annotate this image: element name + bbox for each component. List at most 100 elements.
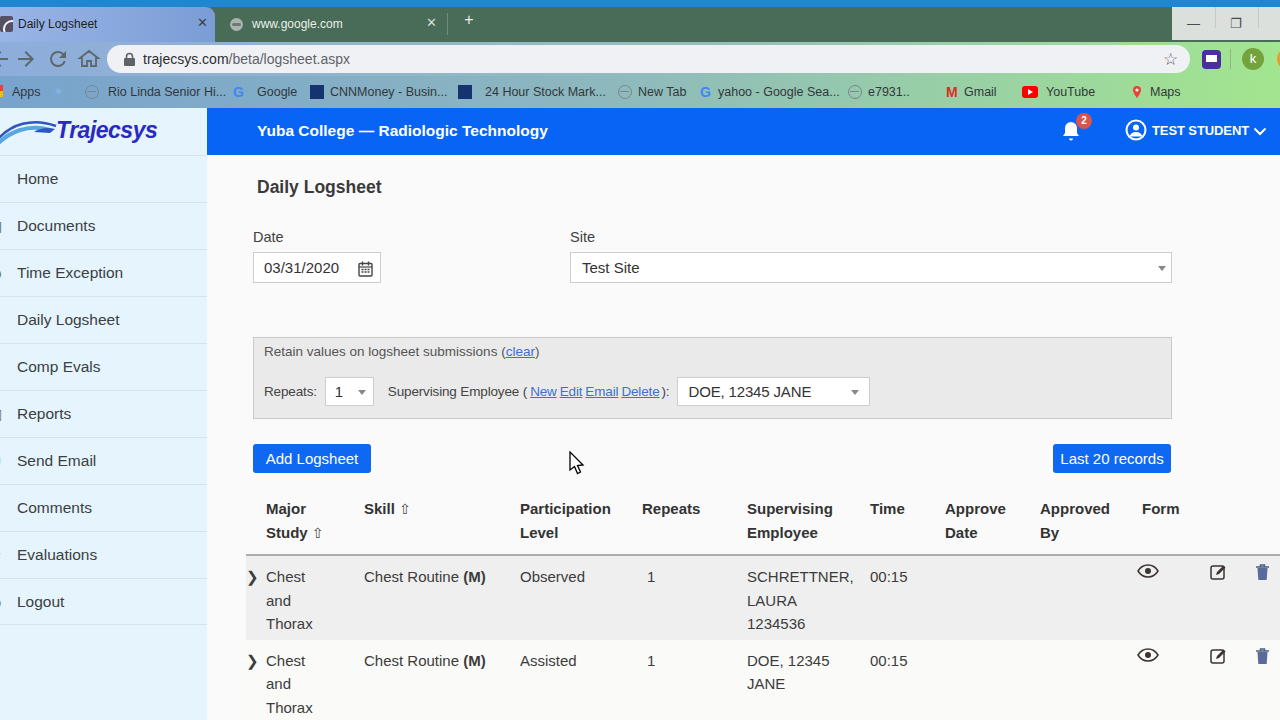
sidebar-item-daily-logsheet[interactable]: ✎Daily Logsheet	[0, 296, 207, 343]
sidebar-item-logout[interactable]: ◉Logout	[0, 578, 207, 625]
view-eye-icon[interactable]	[1137, 563, 1159, 579]
col-expand	[246, 494, 266, 555]
bookmark-youtube[interactable]: YouTube	[1046, 76, 1095, 108]
trash-icon[interactable]	[1255, 563, 1270, 581]
col-approve-date: Approve Date	[945, 494, 1040, 555]
bookmark-24hr-stock[interactable]: 24 Hour Stock Mark...	[485, 76, 606, 108]
tab-title: Daily Logsheet	[18, 17, 97, 31]
expand-chevron-icon[interactable]: ❯	[246, 555, 266, 640]
add-logsheet-button[interactable]: Add Logsheet	[253, 444, 371, 473]
edit-link[interactable]: Edit	[560, 384, 583, 399]
bookmark-cnnmoney[interactable]: CNNMoney - Busin...	[330, 76, 447, 108]
site-select[interactable]: Test Site	[570, 252, 1172, 283]
view-eye-icon[interactable]	[1137, 647, 1159, 663]
cell-participation: Assisted	[520, 640, 642, 720]
win-divider	[1258, 7, 1259, 28]
cell-participation: Observed	[520, 555, 642, 640]
col-approved-by: Approved By	[1040, 494, 1142, 555]
supervising-label-close: ):	[662, 384, 670, 399]
col-form: Form	[1142, 494, 1190, 555]
bookmark-apps[interactable]: Apps	[12, 76, 41, 108]
apps-grid-icon[interactable]	[0, 85, 3, 97]
tab-close-icon[interactable]: ✕	[197, 15, 208, 30]
date-input[interactable]: 03/31/2020	[253, 252, 381, 283]
clear-link[interactable]: clear	[506, 344, 535, 359]
supervising-select[interactable]: DOE, 12345 JANE	[677, 377, 870, 406]
cell-form	[1142, 555, 1190, 640]
reload-icon[interactable]	[46, 47, 70, 71]
col-skill[interactable]: Skill ⇧	[364, 494, 520, 555]
bookmark-google[interactable]: Google	[257, 76, 297, 108]
cell-skill: Chest Routine (M)	[364, 640, 520, 720]
bookmark-rio-linda[interactable]: Rio Linda Senior Hi...	[108, 76, 226, 108]
edit-icon[interactable]	[1210, 647, 1229, 666]
sparkle-icon[interactable]: ✦	[53, 76, 64, 108]
sidebar-item-evaluations[interactable]: ★Evaluations	[0, 531, 207, 578]
trajecsys-logo[interactable]: Trajecsys	[0, 108, 207, 155]
select-arrow-icon	[358, 390, 366, 395]
select-arrow-icon	[1158, 266, 1166, 271]
back-icon[interactable]	[0, 47, 12, 71]
cell-form	[1142, 640, 1190, 720]
user-name[interactable]: TEST STUDENT	[1152, 123, 1249, 138]
globe-icon	[618, 85, 632, 99]
sidebar-item-comp-evals[interactable]: ✓Comp Evals	[0, 343, 207, 390]
trash-icon[interactable]	[1255, 647, 1270, 665]
new-link[interactable]: New	[530, 384, 557, 399]
lock-icon	[123, 52, 136, 67]
sidebar-item-comments[interactable]: ●Comments	[0, 484, 207, 531]
check-icon: ✓	[0, 344, 1, 390]
sidebar-item-home[interactable]: ⌂Home	[0, 155, 207, 202]
col-participation: Participation Level	[520, 494, 642, 555]
forward-icon[interactable]	[14, 47, 38, 71]
google-g-icon: G	[233, 76, 244, 108]
url-text: trajecsys.com/beta/logsheet.aspx	[143, 51, 350, 67]
col-major-study[interactable]: Major Study ⇧	[266, 494, 364, 555]
app-header: Yuba College — Radiologic Technology 2 T…	[207, 108, 1280, 155]
url-domain: trajecsys.com	[143, 51, 229, 67]
star-icon: ★	[0, 532, 2, 578]
bookmark-yahoo[interactable]: yahoo - Google Sea...	[718, 76, 840, 108]
bookmark-star-icon[interactable]: ☆	[1163, 49, 1178, 70]
sidebar-item-reports[interactable]: ▥Reports	[0, 390, 207, 437]
tab-daily-logsheet[interactable]: Daily Logsheet ✕	[0, 7, 215, 42]
date-value: 03/31/2020	[264, 259, 339, 276]
mouse-cursor	[568, 451, 586, 477]
bookmark-maps[interactable]: Maps	[1150, 76, 1181, 108]
site-value: Test Site	[582, 259, 640, 276]
new-tab-button[interactable]: +	[459, 10, 479, 30]
bookmark-gmail[interactable]: Gmail	[964, 76, 997, 108]
cell-skill: Chest Routine (M)	[364, 555, 520, 640]
tab2-close-icon[interactable]: ✕	[426, 15, 437, 30]
calendar-icon[interactable]	[358, 261, 373, 277]
last-20-records-button[interactable]: Last 20 records	[1053, 444, 1171, 473]
restore-button[interactable]: ❐	[1230, 7, 1242, 40]
logout-icon: ◉	[0, 579, 1, 625]
minimize-button[interactable]: —	[1187, 7, 1200, 40]
tab-google[interactable]: www.google.com ✕	[218, 7, 447, 42]
cell-supervising: DOE, 12345 JANE	[747, 640, 870, 720]
bookmark-new-tab[interactable]: New Tab	[638, 76, 686, 108]
page-title: Daily Logsheet	[257, 177, 381, 198]
delete-link[interactable]: Delete	[621, 384, 659, 399]
sidebar-item-send-email[interactable]: ✉Send Email	[0, 437, 207, 484]
edit-icon[interactable]	[1210, 563, 1229, 582]
maps-pin-icon	[1130, 85, 1144, 99]
sidebar-item-time-exception[interactable]: ◷Time Exception	[0, 249, 207, 296]
mail-extension-icon[interactable]	[1202, 50, 1221, 69]
sidebar-nav: ⌂Home ▤Documents ◷Time Exception ✎Daily …	[0, 155, 207, 625]
address-bar[interactable]: trajecsys.com/beta/logsheet.aspx ☆	[107, 45, 1190, 73]
cell-approved-by	[1040, 640, 1142, 720]
email-link[interactable]: Email	[585, 384, 618, 399]
bookmark-e7931[interactable]: e7931..	[868, 76, 910, 108]
toolbar-divider	[1230, 49, 1231, 69]
home-icon[interactable]	[77, 47, 101, 71]
repeats-select[interactable]: 1	[325, 377, 374, 406]
clock-icon: ◷	[0, 250, 1, 296]
expand-chevron-icon[interactable]: ❯	[246, 640, 266, 720]
repeats-label: Repeats:	[264, 384, 317, 399]
profile-avatar[interactable]: k	[1242, 48, 1264, 70]
sidebar-item-documents[interactable]: ▤Documents	[0, 202, 207, 249]
cell-approve-date	[945, 640, 1040, 720]
col-repeats: Repeats	[642, 494, 747, 555]
